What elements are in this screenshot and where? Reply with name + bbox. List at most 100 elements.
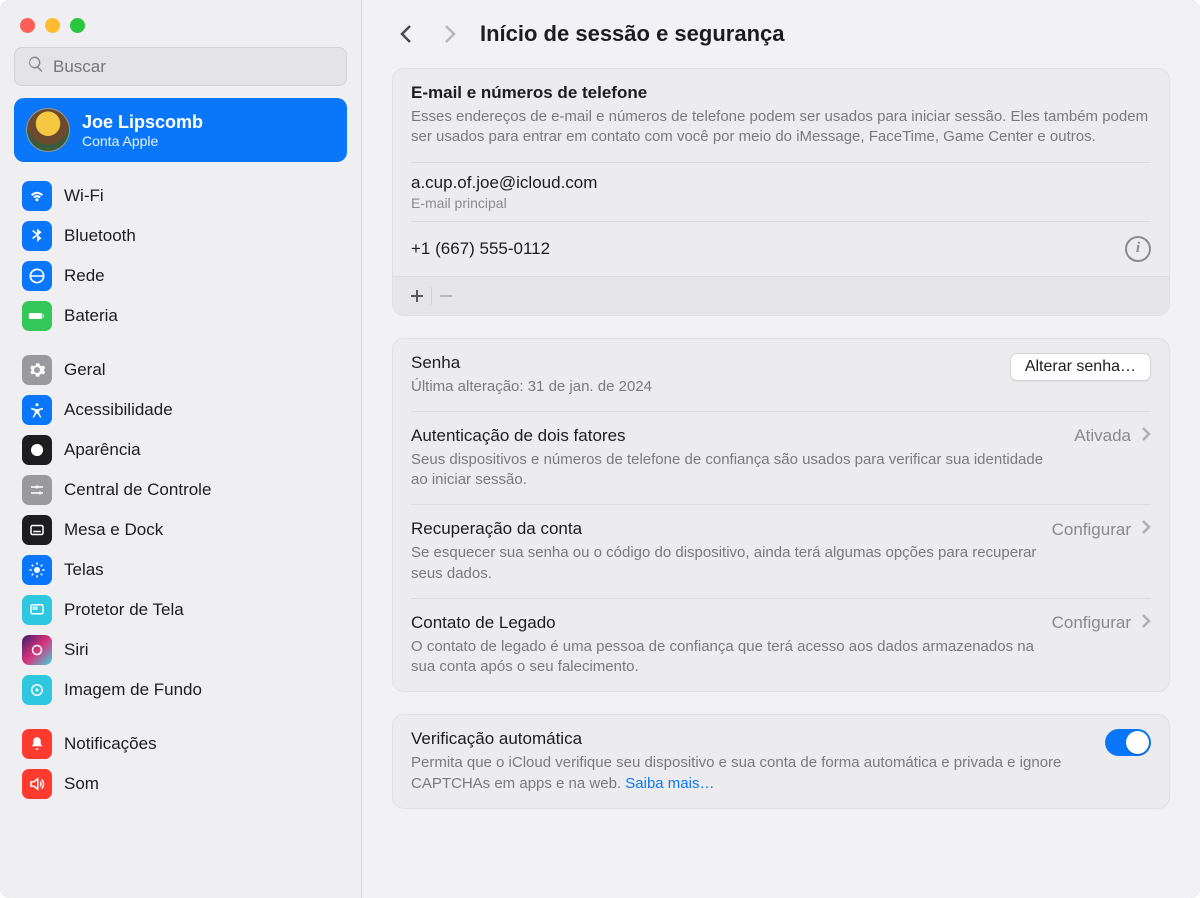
search-input[interactable] — [53, 57, 334, 77]
email-value: a.cup.of.joe@icloud.com — [411, 173, 1151, 193]
setting-subtitle: Última alteração: 31 de jan. de 2024 — [411, 377, 996, 397]
account-recovery-row[interactable]: Recuperação da conta Se esquecer sua sen… — [393, 505, 1169, 598]
sidebar-item-label: Mesa e Dock — [64, 520, 163, 540]
page-title: Início de sessão e segurança — [480, 21, 784, 47]
fullscreen-window-button[interactable] — [70, 18, 85, 33]
sidebar-item-control-center[interactable]: Central de Controle — [14, 470, 347, 510]
section-title: E-mail e números de telefone — [411, 83, 1151, 103]
content-scroll[interactable]: E-mail e números de telefone Esses ender… — [362, 60, 1200, 898]
add-remove-toolbar — [393, 276, 1169, 315]
chevron-right-icon — [1141, 613, 1151, 634]
forward-button[interactable] — [436, 20, 464, 48]
sidebar-item-sound[interactable]: Som — [14, 764, 347, 804]
brightness-icon — [22, 555, 52, 585]
sidebar-item-label: Notificações — [64, 734, 157, 754]
chevron-right-icon — [1141, 426, 1151, 447]
sidebar-item-label: Rede — [64, 266, 105, 286]
sidebar-item-label: Som — [64, 774, 99, 794]
accessibility-icon — [22, 395, 52, 425]
sidebar-item-screensaver[interactable]: Protetor de Tela — [14, 590, 347, 630]
setting-description: Se esquecer sua senha ou o código do dis… — [411, 543, 1038, 584]
sidebar-item-bluetooth[interactable]: Bluetooth — [14, 216, 347, 256]
sidebar-group-alerts: Notificações Som — [14, 724, 347, 804]
sidebar-item-label: Imagem de Fundo — [64, 680, 202, 700]
remove-button[interactable] — [432, 283, 460, 309]
sidebar-item-network[interactable]: Rede — [14, 256, 347, 296]
siri-icon — [22, 635, 52, 665]
sidebar-item-general[interactable]: Geral — [14, 350, 347, 390]
sidebar-group-system: Geral Acessibilidade Aparência Central d… — [14, 350, 347, 710]
sidebar-item-label: Bluetooth — [64, 226, 136, 246]
close-window-button[interactable] — [20, 18, 35, 33]
change-password-button[interactable]: Alterar senha… — [1010, 353, 1151, 381]
email-phone-card: E-mail e números de telefone Esses ender… — [392, 68, 1170, 316]
setting-title: Contato de Legado — [411, 613, 1038, 633]
sidebar-item-label: Geral — [64, 360, 106, 380]
auto-verify-row: Verificação automática Permita que o iCl… — [393, 715, 1169, 808]
chevron-right-icon — [1141, 519, 1151, 540]
globe-icon — [22, 261, 52, 291]
search-icon — [27, 55, 45, 78]
avatar — [26, 108, 70, 152]
dock-icon — [22, 515, 52, 545]
wallpaper-icon — [22, 675, 52, 705]
info-icon[interactable]: i — [1125, 236, 1151, 262]
sidebar-item-label: Central de Controle — [64, 480, 211, 500]
settings-window: Joe Lipscomb Conta Apple Wi-Fi Bluetooth… — [0, 0, 1200, 898]
screensaver-icon — [22, 595, 52, 625]
sidebar-item-label: Bateria — [64, 306, 118, 326]
bell-icon — [22, 729, 52, 759]
auto-verify-toggle[interactable] — [1105, 729, 1151, 756]
appearance-icon — [22, 435, 52, 465]
status-label: Ativada — [1074, 426, 1131, 446]
setting-title: Autenticação de dois fatores — [411, 426, 1060, 446]
phone-row[interactable]: +1 (667) 555-0112 i — [393, 222, 1169, 276]
setting-description: Seus dispositivos e números de telefone … — [411, 450, 1060, 491]
sidebar-item-wallpaper[interactable]: Imagem de Fundo — [14, 670, 347, 710]
battery-icon — [22, 301, 52, 331]
email-row[interactable]: a.cup.of.joe@icloud.com E-mail principal — [393, 163, 1169, 221]
sidebar-item-account[interactable]: Joe Lipscomb Conta Apple — [14, 98, 347, 162]
description-text: Permita que o iCloud verifique seu dispo… — [411, 754, 1061, 791]
sidebar-item-displays[interactable]: Telas — [14, 550, 347, 590]
user-name: Joe Lipscomb — [82, 112, 203, 133]
main-panel: Início de sessão e segurança E-mail e nú… — [362, 0, 1200, 898]
action-label: Configurar — [1052, 613, 1131, 633]
sidebar-item-accessibility[interactable]: Acessibilidade — [14, 390, 347, 430]
sidebar-item-label: Aparência — [64, 440, 141, 460]
minimize-window-button[interactable] — [45, 18, 60, 33]
sidebar-item-appearance[interactable]: Aparência — [14, 430, 347, 470]
two-factor-row[interactable]: Autenticação de dois fatores Seus dispos… — [393, 412, 1169, 505]
sidebar-item-notifications[interactable]: Notificações — [14, 724, 347, 764]
auto-verify-card: Verificação automática Permita que o iCl… — [392, 714, 1170, 809]
setting-title: Recuperação da conta — [411, 519, 1038, 539]
sidebar-item-siri[interactable]: Siri — [14, 630, 347, 670]
sidebar-item-label: Wi-Fi — [64, 186, 104, 206]
header: Início de sessão e segurança — [362, 0, 1200, 60]
legacy-contact-row[interactable]: Contato de Legado O contato de legado é … — [393, 599, 1169, 692]
setting-title: Verificação automática — [411, 729, 1091, 749]
setting-description: O contato de legado é uma pessoa de conf… — [411, 637, 1038, 678]
phone-value: +1 (667) 555-0112 — [411, 239, 550, 259]
section-description: Esses endereços de e-mail e números de t… — [411, 107, 1151, 148]
sidebar-group-network: Wi-Fi Bluetooth Rede Bateria — [14, 176, 347, 336]
bluetooth-icon — [22, 221, 52, 251]
sidebar-item-label: Siri — [64, 640, 89, 660]
back-button[interactable] — [392, 20, 420, 48]
email-label: E-mail principal — [411, 195, 1151, 211]
setting-title: Senha — [411, 353, 996, 373]
sidebar-item-battery[interactable]: Bateria — [14, 296, 347, 336]
wifi-icon — [22, 181, 52, 211]
sidebar: Joe Lipscomb Conta Apple Wi-Fi Bluetooth… — [0, 0, 362, 898]
window-controls — [14, 0, 347, 47]
sidebar-item-dock[interactable]: Mesa e Dock — [14, 510, 347, 550]
sidebar-item-label: Acessibilidade — [64, 400, 173, 420]
sliders-icon — [22, 475, 52, 505]
password-row: Senha Última alteração: 31 de jan. de 20… — [393, 339, 1169, 411]
gear-icon — [22, 355, 52, 385]
action-label: Configurar — [1052, 520, 1131, 540]
learn-more-link[interactable]: Saiba mais… — [625, 775, 714, 792]
add-button[interactable] — [403, 283, 431, 309]
search-field[interactable] — [14, 47, 347, 86]
sidebar-item-wifi[interactable]: Wi-Fi — [14, 176, 347, 216]
